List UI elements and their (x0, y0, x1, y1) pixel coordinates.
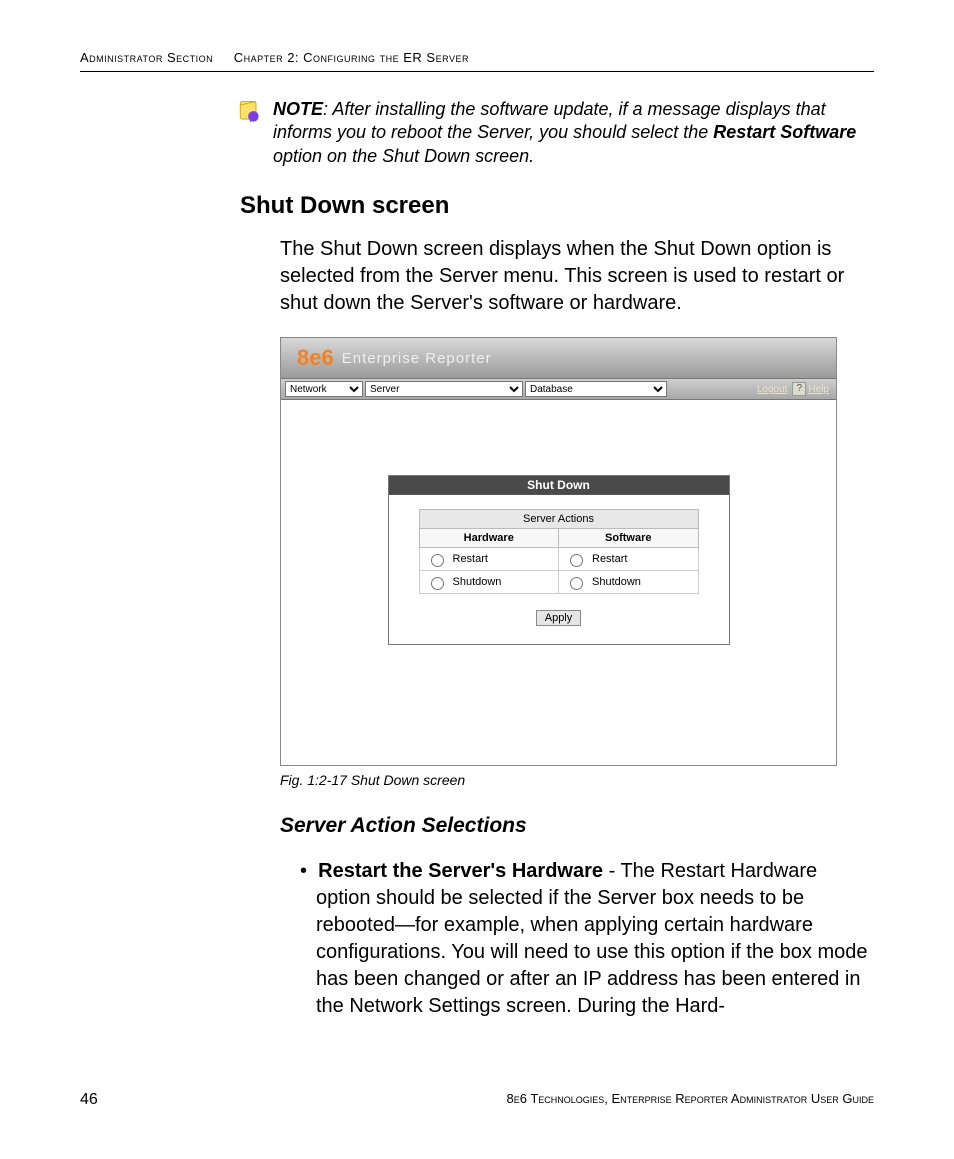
radio-sw-shutdown[interactable]: Shutdown (565, 574, 692, 590)
panel-body: Server Actions Hardware Software Restart (389, 495, 729, 644)
page-footer: 46 8e6 Technologies, Enterprise Reporter… (80, 1091, 874, 1109)
radio-hw-shutdown-input[interactable] (431, 577, 444, 590)
running-header-left: Administrator Section (80, 50, 213, 65)
help-icon: ? (792, 382, 806, 396)
radio-sw-shutdown-label: Shutdown (592, 576, 641, 588)
note-icon (235, 98, 263, 126)
help-link[interactable]: ? Help (792, 382, 832, 396)
radio-sw-shutdown-input[interactable] (570, 577, 583, 590)
running-header-right: Chapter 2: Configuring the ER Server (234, 50, 469, 65)
menu-server[interactable]: Server (365, 381, 523, 397)
radio-sw-restart-input[interactable] (570, 554, 583, 567)
app-window: 8e6 Enterprise Reporter Network Server D… (280, 337, 837, 766)
radio-hw-restart-label: Restart (453, 553, 488, 565)
shutdown-panel: Shut Down Server Actions Hardware Softwa… (388, 475, 730, 645)
help-link-text: Help (808, 384, 832, 395)
panel-title: Shut Down (389, 476, 729, 495)
radio-hw-restart[interactable]: Restart (426, 551, 553, 567)
logout-link[interactable]: Logout (754, 384, 791, 395)
footer-text: 8e6 Technologies, Enterprise Reporter Ad… (506, 1091, 874, 1109)
heading-shutdown: Shut Down screen (240, 192, 874, 220)
note-body-2: option on the Shut Down screen. (273, 146, 534, 166)
running-header: Administrator Section Chapter 2: Configu… (80, 50, 874, 72)
radio-sw-restart[interactable]: Restart (565, 551, 692, 567)
app-menubar: Network Server Database Logout ? Help (281, 379, 836, 400)
intro-paragraph: The Shut Down screen displays when the S… (280, 236, 874, 317)
app-logo: 8e6 (297, 345, 334, 371)
bullet-restart-hardware: • Restart the Server's Hardware - The Re… (300, 858, 874, 1020)
app-body: Shut Down Server Actions Hardware Softwa… (281, 400, 836, 765)
apply-button[interactable]: Apply (536, 610, 582, 626)
page-number: 46 (80, 1091, 98, 1109)
figure-caption: Fig. 1:2-17 Shut Down screen (280, 772, 874, 788)
bullet-bold: Restart the Server's Hardware (318, 860, 603, 882)
bullet-rest: - The Restart Hardware option should be … (316, 860, 867, 1017)
app-title: Enterprise Reporter (342, 350, 492, 367)
table-row: Restart Restart (419, 548, 698, 571)
note-bold: Restart Software (713, 122, 856, 142)
menu-network[interactable]: Network (285, 381, 363, 397)
table-row: Shutdown Shutdown (419, 571, 698, 594)
server-actions-table: Server Actions Hardware Software Restart (419, 509, 699, 594)
radio-sw-restart-label: Restart (592, 553, 627, 565)
note-block: NOTE: After installing the software upda… (235, 98, 874, 168)
menu-database[interactable]: Database (525, 381, 667, 397)
radio-hw-shutdown-label: Shutdown (453, 576, 502, 588)
table-group-header: Server Actions (419, 510, 698, 529)
col-software: Software (559, 529, 699, 548)
note-text: NOTE: After installing the software upda… (273, 98, 874, 168)
radio-hw-restart-input[interactable] (431, 554, 444, 567)
note-label: NOTE (273, 99, 323, 119)
radio-hw-shutdown[interactable]: Shutdown (426, 574, 553, 590)
col-hardware: Hardware (419, 529, 559, 548)
figure-shutdown-screen: 8e6 Enterprise Reporter Network Server D… (280, 337, 874, 766)
subheading-server-actions: Server Action Selections (280, 814, 874, 838)
app-banner: 8e6 Enterprise Reporter (281, 338, 836, 379)
